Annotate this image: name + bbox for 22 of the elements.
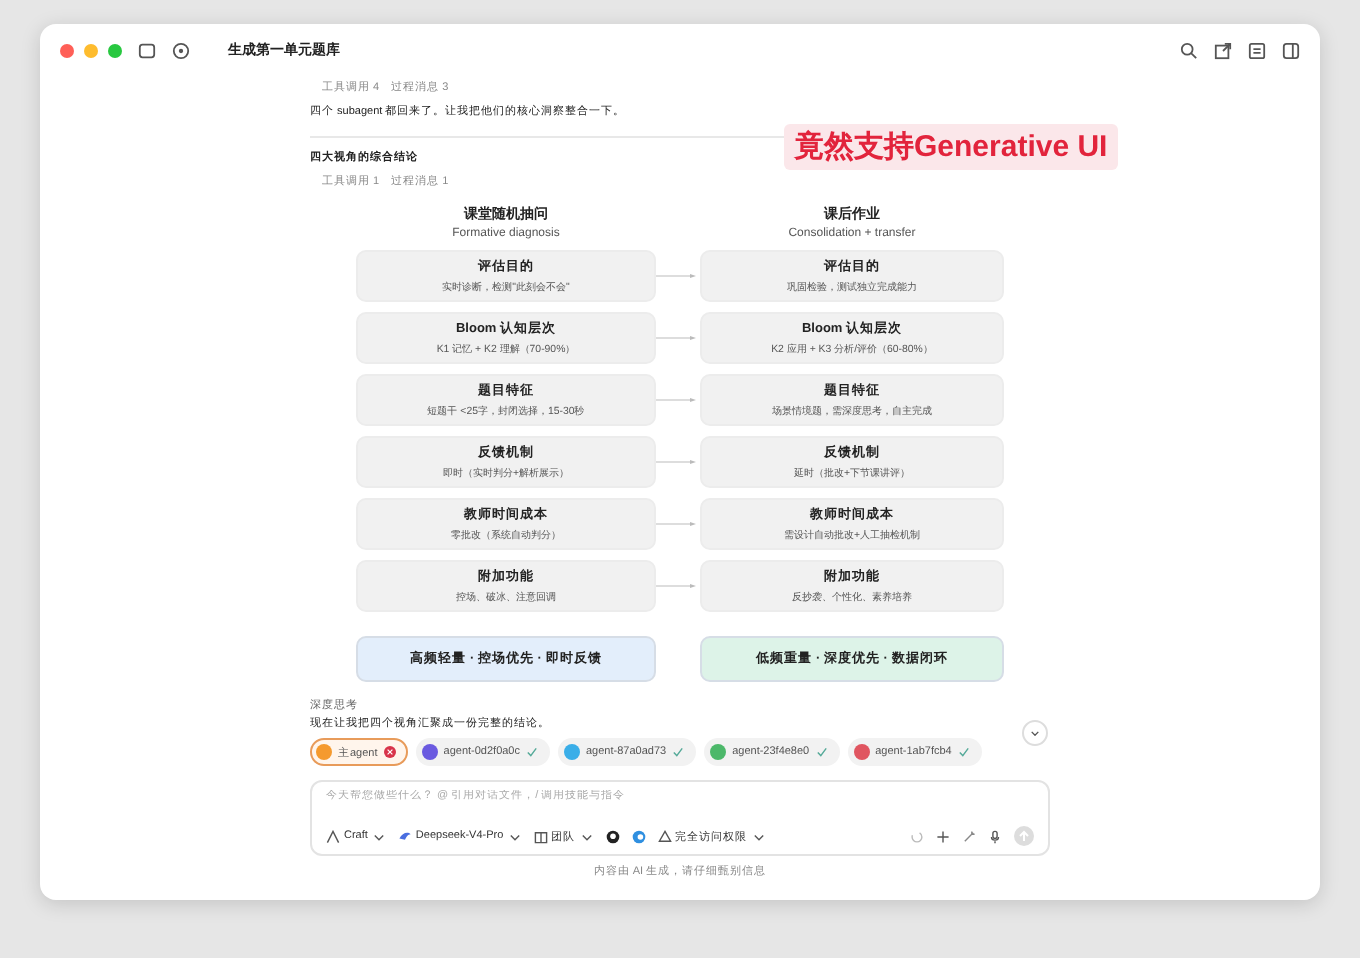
mic-icon[interactable] xyxy=(988,829,1002,843)
arrow-icon xyxy=(656,458,696,466)
arrow-icon xyxy=(656,334,696,342)
caret-icon xyxy=(507,829,522,843)
plus-icon[interactable] xyxy=(936,829,950,843)
share-icon[interactable] xyxy=(1214,41,1232,59)
arrow-icon xyxy=(656,272,696,280)
arrow-icon xyxy=(656,520,696,528)
book-icon xyxy=(533,829,548,843)
caret-icon xyxy=(371,829,386,843)
clock-icon[interactable] xyxy=(172,41,190,59)
loading-icon xyxy=(910,829,924,843)
search-icon[interactable] xyxy=(1180,41,1198,59)
panel-icon[interactable] xyxy=(1282,41,1300,59)
arrow-icon xyxy=(656,582,696,590)
list-icon[interactable] xyxy=(1248,41,1266,59)
arrow-icon xyxy=(656,396,696,404)
sidebar-icon[interactable] xyxy=(138,41,156,59)
caret-icon xyxy=(751,829,766,843)
wand-icon[interactable] xyxy=(962,829,976,843)
caption-banner: 竟然支持Generative UI xyxy=(784,124,1118,170)
caret-icon xyxy=(579,829,594,843)
